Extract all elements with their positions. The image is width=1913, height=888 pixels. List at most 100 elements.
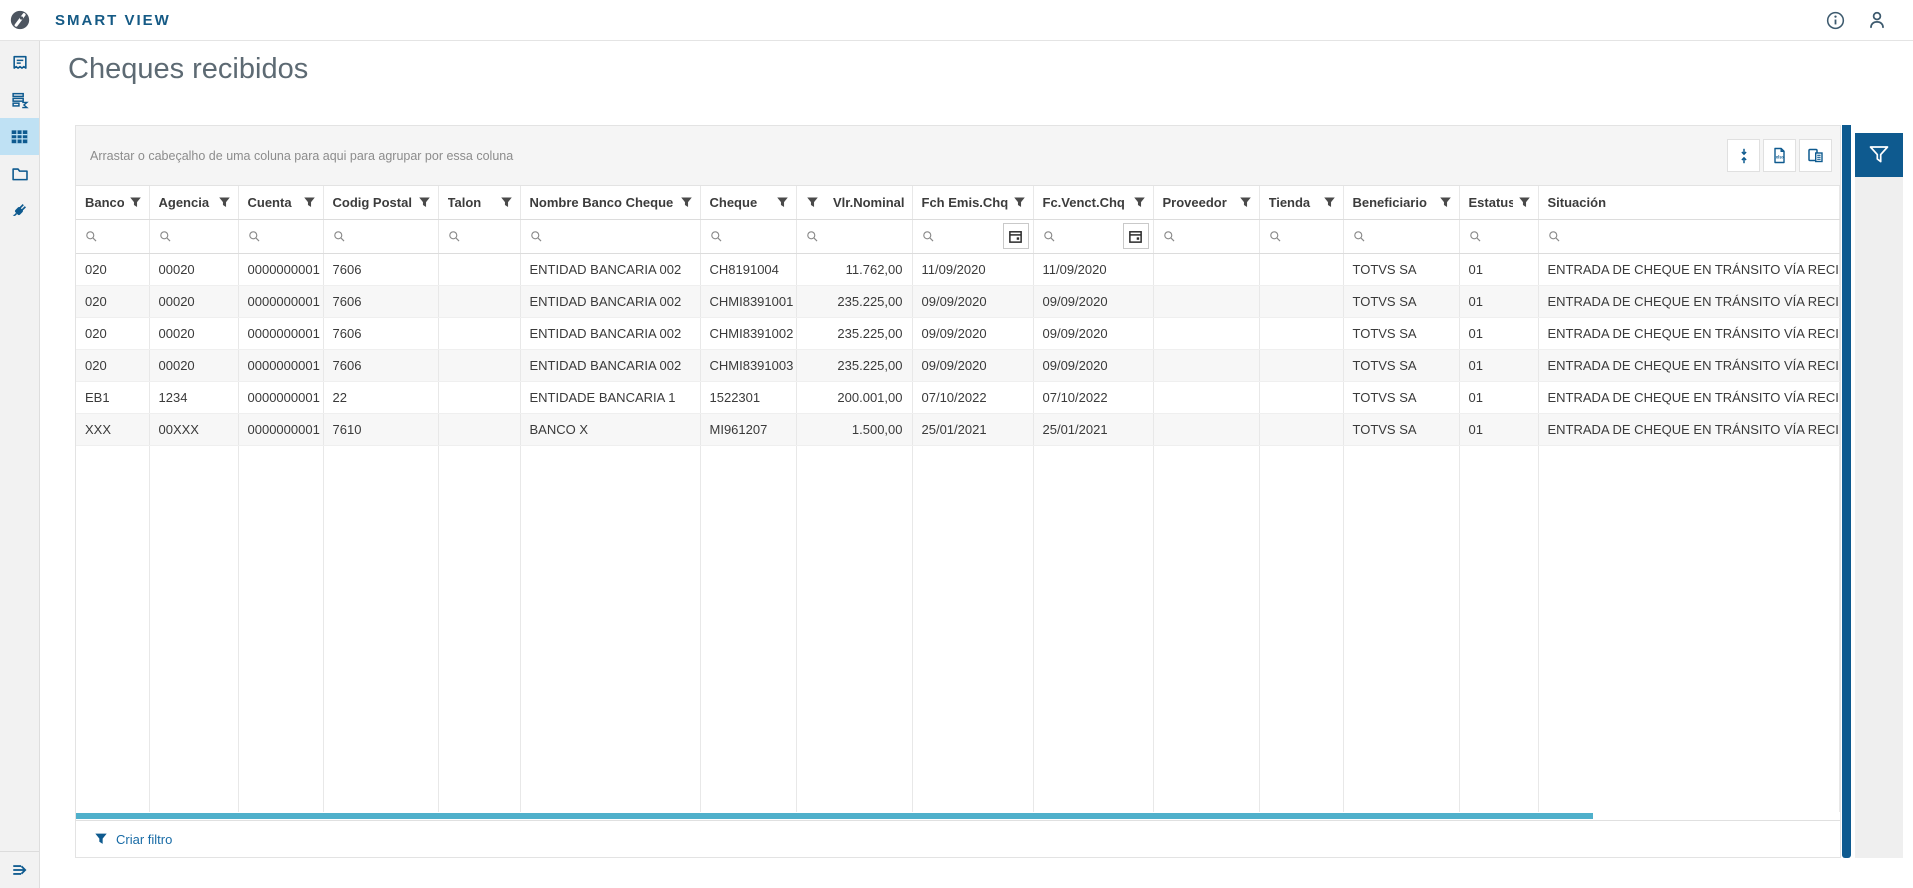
cell-cheque: CHMI8391001 (700, 285, 797, 318)
column-header-talon[interactable]: Talon (438, 186, 521, 220)
sidebar-item-receipt-report[interactable] (0, 44, 39, 81)
info-icon[interactable] (1826, 11, 1845, 30)
expand-sidebar-icon (11, 861, 29, 879)
column-header-proveedor[interactable]: Proveedor (1153, 186, 1260, 220)
column-filter-funnel-icon[interactable] (1013, 196, 1026, 209)
filter-input-estatus[interactable] (1459, 219, 1539, 254)
calendar-button[interactable] (1122, 223, 1149, 249)
table-row[interactable]: 020 00020 0000000001 7606 ENTIDAD BANCARIA 0… (76, 317, 1840, 350)
filter-input-situacion[interactable] (1538, 219, 1840, 254)
sidebar-item-table-report[interactable] (0, 118, 39, 155)
column-filter-funnel-icon[interactable] (500, 196, 513, 209)
column-header-estatus[interactable]: Estatus (1459, 186, 1539, 220)
column-filter-funnel-icon[interactable] (1239, 196, 1252, 209)
column-filter-funnel-icon[interactable] (418, 196, 431, 209)
grid-panel: Arrastar o cabeçalho de uma coluna para … (75, 125, 1903, 858)
user-icon[interactable] (1867, 10, 1887, 30)
svg-text:xlsx: xlsx (1776, 154, 1785, 159)
column-filter-funnel-icon[interactable] (1518, 196, 1531, 209)
column-header-tienda[interactable]: Tienda (1259, 186, 1344, 220)
filter-input-tienda[interactable] (1259, 219, 1344, 254)
cell-nombre-banco: ENTIDAD BANCARIA 002 (520, 285, 701, 318)
column-label: Talon (447, 194, 482, 210)
filter-input-nombre-banco[interactable] (520, 219, 701, 254)
calendar-button[interactable] (1002, 223, 1029, 249)
column-filter-funnel-icon[interactable] (776, 196, 789, 209)
filter-panel-strip[interactable] (1855, 177, 1903, 858)
table-row[interactable]: 020 00020 0000000001 7606 ENTIDAD BANCARIA 0… (76, 349, 1840, 382)
table-row[interactable]: 020 00020 0000000001 7606 ENTIDAD BANCARIA 0… (76, 285, 1840, 318)
column-header-situacion[interactable]: Situación (1538, 186, 1840, 220)
column-header-agencia[interactable]: Agencia (149, 186, 239, 220)
horizontal-scrollbar-thumb[interactable] (76, 813, 1594, 819)
collapse-rows-button[interactable] (1727, 139, 1760, 172)
sidebar-item-plug[interactable] (0, 192, 39, 229)
calendar-icon (1128, 229, 1143, 244)
horizontal-scrollbar[interactable] (76, 812, 1840, 821)
column-header-nombre-banco[interactable]: Nombre Banco Cheque (520, 186, 701, 220)
column-header-codig-postal[interactable]: Codig Postal (323, 186, 439, 220)
column-header-fch-emis-chq[interactable]: Fch Emis.Chq (912, 186, 1034, 220)
cell-cuenta: 0000000001 (238, 317, 324, 350)
filter-input-beneficiario[interactable] (1343, 219, 1460, 254)
column-filter-funnel-icon[interactable] (1439, 196, 1452, 209)
cell-situacion: ENTRADA DE CHEQUE EN TRÁNSITO VÍA RECIBO… (1538, 381, 1840, 414)
column-chooser-button[interactable] (1799, 139, 1832, 172)
search-icon (806, 230, 819, 243)
cell-fch-emis-chq: 07/10/2022 (912, 381, 1034, 414)
create-filter-button[interactable]: Criar filtro (94, 832, 172, 847)
app-logo[interactable] (0, 0, 40, 40)
open-filter-panel-button[interactable] (1855, 133, 1903, 177)
cell-talon (438, 285, 521, 318)
table-row[interactable]: XXX 00XXX 0000000001 7610 BANCO X MI961207 1.5… (76, 413, 1840, 446)
vertical-scrollbar[interactable] (1842, 125, 1851, 858)
cell-agencia: 1234 (149, 381, 239, 414)
column-filter-funnel-icon[interactable] (1133, 196, 1146, 209)
collapse-arrows-icon (1736, 148, 1752, 164)
column-header-vlr-nominal[interactable]: Vlr.Nominal (796, 186, 913, 220)
cell-cheque: CHMI8391003 (700, 349, 797, 382)
filter-input-talon[interactable] (438, 219, 521, 254)
export-xlsx-button[interactable]: xlsx (1763, 139, 1796, 172)
table-row[interactable]: EB1 1234 0000000001 22 ENTIDADE BANCARIA 1 15… (76, 381, 1840, 414)
column-header-cuenta[interactable]: Cuenta (238, 186, 324, 220)
column-filter-funnel-icon[interactable] (303, 196, 316, 209)
cell-beneficiario: TOTVS SA (1343, 317, 1460, 350)
cell-codig-postal: 7606 (323, 349, 439, 382)
table-row[interactable]: 020 00020 0000000001 7606 ENTIDAD BANCARIA 0… (76, 253, 1840, 286)
column-filter-funnel-icon[interactable] (680, 196, 693, 209)
column-label: Situación (1547, 194, 1607, 210)
cell-cheque: MI961207 (700, 413, 797, 446)
group-hint-text: Arrastar o cabeçalho de uma coluna para … (90, 148, 514, 163)
filter-input-codig-postal[interactable] (323, 219, 439, 254)
column-header-cheque[interactable]: Cheque (700, 186, 797, 220)
filter-input-agencia[interactable] (149, 219, 239, 254)
sidebar-item-summary-report[interactable] (0, 81, 39, 118)
column-filter-funnel-icon[interactable] (218, 196, 231, 209)
search-icon (333, 230, 346, 243)
cell-fc-venct-chq: 07/10/2022 (1033, 381, 1154, 414)
column-filter-funnel-icon[interactable] (1323, 196, 1336, 209)
filter-input-fc-venct-chq[interactable] (1033, 219, 1154, 254)
sidebar-item-folder[interactable] (0, 155, 39, 192)
filter-input-fch-emis-chq[interactable] (912, 219, 1034, 254)
search-icon (1163, 230, 1176, 243)
column-header-beneficiario[interactable]: Beneficiario (1343, 186, 1460, 220)
filter-input-cuenta[interactable] (238, 219, 324, 254)
column-filter-funnel-icon[interactable] (129, 196, 142, 209)
column-header-banco[interactable]: Banco (76, 186, 150, 220)
search-icon (1043, 230, 1056, 243)
cell-cuenta: 0000000001 (238, 285, 324, 318)
cell-talon (438, 253, 521, 286)
filter-input-vlr-nominal[interactable] (796, 219, 913, 254)
column-header-fc-venct-chq[interactable]: Fc.Venct.Chq (1033, 186, 1154, 220)
filter-input-banco[interactable] (76, 219, 150, 254)
filter-input-proveedor[interactable] (1153, 219, 1260, 254)
expand-sidebar-button[interactable] (0, 851, 39, 888)
cell-beneficiario: TOTVS SA (1343, 349, 1460, 382)
xlsx-file-icon: xlsx (1771, 147, 1788, 164)
filter-input-cheque[interactable] (700, 219, 797, 254)
cell-estatus: 01 (1459, 349, 1539, 382)
column-filter-funnel-icon[interactable] (806, 196, 819, 209)
group-by-bar[interactable]: Arrastar o cabeçalho de uma coluna para … (76, 126, 1840, 186)
